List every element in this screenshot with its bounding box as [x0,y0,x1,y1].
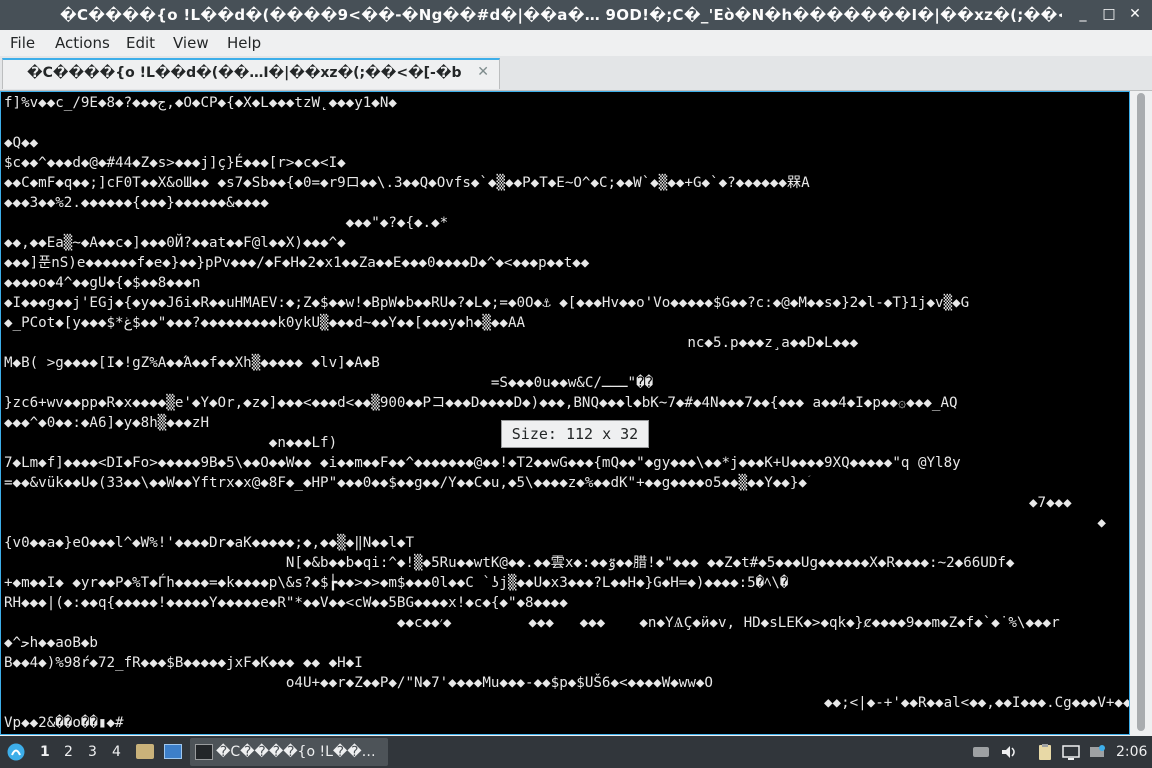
menu-bar: File Actions Edit View Help [0,30,1152,56]
terminal-line: M◆B( >g◆◆◆◆[I◆!gZ%A◆◆Ά◆◆f◆◆Xh▒◆◆◆◆◆ ◆lv]… [4,355,380,371]
terminal-line: ◆n◆◆◆Lf) [4,435,338,451]
minimize-icon[interactable]: _ [1074,5,1092,23]
network-icon[interactable] [1088,743,1106,761]
tab-bar: �C����{o !L��d�(��…I�|��xz�(;��<�[-�b ✕ [0,56,1152,91]
terminal-line: nc◆5.p◆◆◆z¸a◆◆D◆L◆◆◆ [4,335,859,351]
volume-icon[interactable] [1000,743,1018,761]
terminal-line: ◆^ﺣh◆◆aoB◆b [4,635,98,651]
show-desktop-icon[interactable] [164,744,182,759]
terminal-line: ◆◆◆]푼nS)e◆◆◆◆◆◆f◆e◆}◆◆}pPv◆◆◆/◆F◆H◆2◆x1◆… [4,255,590,271]
keyboard-icon[interactable] [972,743,990,761]
close-icon[interactable]: ✕ [1126,5,1144,23]
clock: 2:06 [1116,744,1148,760]
terminal-line: B◆◆4◆)%98ŕ◆72_fR◆◆◆$B◆◆◆◆◆jxF◆K◆◆◆ ◆◆ ◆H… [4,655,363,671]
terminal-line: ◆◆◆"◆?◆{◆.◆* [4,215,449,231]
menu-help[interactable]: Help [227,34,261,52]
scrollbar-thumb[interactable] [1137,93,1145,731]
terminal-line: +◆m◆◆I◆ ◆yr◆◆P◆%T◆Ѓh◆◆◆◆=◆k◆◆◆◆p\&s?◆$┢◆… [4,575,789,591]
workspace-4[interactable]: 4 [112,744,121,760]
app-launcher-icon[interactable] [6,742,26,762]
terminal-line: f]%v◆◆c_/9E◆8◆?◆◆◆ج,◆O◆CP◆{◆X◆L◆◆◆tzW˛◆◆… [4,95,397,111]
terminal-line: ◆◆◆^◆0◆◆:◆A6]◆y◆8h▒◆◆◆zH [4,415,209,431]
menu-file[interactable]: File [10,34,35,52]
maximize-icon[interactable]: □ [1100,5,1118,23]
terminal-line: 7◆Lm◆f]◆◆◆◆<DI◆Fo>◆◆◆◆◆9B◆5\◆◆O◆◆W◆◆ ◆i◆… [4,455,961,471]
terminal-line: ◆ [4,515,1106,531]
terminal-icon [195,744,213,760]
menu-actions[interactable]: Actions [55,34,110,52]
terminal-line: N[◆&b◆◆b◆qi:^◆!▒◆5Ru◆◆wtK@◆◆.◆◆雲x◆:◆◆ٷ◆◆… [4,555,1015,571]
workspace-2[interactable]: 2 [64,744,73,760]
menu-view[interactable]: View [173,34,209,52]
terminal-line: }zc6+wv◆◆pp◆R◆x◆◆◆◆▒e'◆Y◆Or,◆z◆]◆◆◆<◆◆◆d… [4,395,958,411]
terminal-tab[interactable]: �C����{o !L��d�(��…I�|��xz�(;��<�[-�b ✕ [2,58,500,89]
terminal-line: {v0◆◆a◆}eO◆◆◆l^◆W%!'◆◆◆◆Dr◆aK◆◆◆◆◆;◆,◆◆▒… [4,535,414,551]
terminal-line: ◆◆◆◆o◆4^◆◆gU◆{◆$◆◆8◆◆◆n [4,275,201,291]
menu-edit[interactable]: Edit [126,34,155,52]
terminal-line: RH◆◆◆|(◆:◆◆q{◆◆◆◆◆!◆◆◆◆◆Y◆◆◆◆◆e◆R"*◆◆V◆◆… [4,595,568,611]
terminal-line: ◆◆;<|◆-+'◆◆R◆◆al<◆◆,◆◆I◆◆◆.Cg◆◆◆V+◆◆ [4,695,1130,711]
taskbar-terminal-task[interactable]: �C����{o !L��… [190,738,388,766]
size-tooltip: Size: 112 x 32 [501,420,649,448]
tab-close-icon[interactable]: ✕ [477,64,489,80]
monitor-icon[interactable] [1062,743,1080,761]
terminal-line: =◆◆&vük◆◆U◆(33◆◆\◆◆W◆◆Yftrx◆x@◆8F◆_◆HP"◆… [4,475,807,491]
terminal-line: ◆◆◆3◆◆%2.◆◆◆◆◆◆{◆◆◆}◆◆◆◆◆◆&◆◆◆◆ [4,195,269,211]
terminal-line: ◆Q◆◆ [4,135,39,151]
tab-label: �C����{o !L��d�(��…I�|��xz�(;��<�[-�b [27,65,462,81]
terminal-line: =S◆◆◆0u◆◆w&C/ـــ"�� [4,375,654,391]
terminal-line: ◆◆c◆◆׳◆ ◆◆◆ ◆◆◆ ◆n◆ΥѦÇ◆ӥ◆v, HD◆sLEK◆>◆qk… [4,615,1060,631]
terminal-line: ◆I◆◆◆g◆◆j'EGj◆{◆y◆◆J6i◆R◆◆uHMAEV:◆;Z◆$◆◆… [4,295,970,311]
terminal-view[interactable]: f]%v◆◆c_/9E◆8◆?◆◆◆ج,◆O◆CP◆{◆X◆L◆◆◆tzW˛◆◆… [0,91,1130,735]
terminal-line: $c◆◆^◆◆◆d◆@◆#44◆Z◆s>◆◆◆j]ç}É◆◆◆[r>◆c◆<I◆ [4,155,346,171]
terminal-line: ◆◆C◆mF◆q◆◆;]cF0T◆◆X&oШ◆◆ ◆s7◆Sb◆◆{◆0=◆r9… [4,175,810,191]
terminal-line: ◆7◆◆◆ [4,495,1072,511]
workspace-1[interactable]: 1 [40,744,50,760]
task-label: �C����{o !L��… [216,744,376,760]
terminal-line: o4U+◆◆r◆Z◆◆P◆/"N◆7'◆◆◆◆Mu◆◆◆-◆◆$p◆$UŠ6◆<… [4,675,713,691]
window-titlebar[interactable]: �C����{o !L��d�(����9<��-�Ng��#d�|��a�… … [0,0,1152,30]
window-title: �C����{o !L��d�(����9<��-�Ng��#d�|��a�… … [60,6,1062,24]
taskbar: 1 2 3 4 �C����{o !L��… 2:06 [0,736,1152,768]
terminal-line: ◆_PCot◆[y◆◆◆$*ﻍ$◆◆"◆◆◆?◆◆◆◆◆◆◆◆◆k0ykU▒◆◆… [4,315,526,331]
workspace-3[interactable]: 3 [88,744,97,760]
clipboard-icon[interactable] [1036,743,1054,761]
file-manager-icon[interactable] [136,744,154,759]
terminal-line: Vp◆◆2&��o��▮◆# [4,715,124,731]
terminal-scrollbar[interactable] [1130,91,1152,735]
terminal-line: ◆◆,◆◆Ea▒~◆A◆◆c◆]◆◆◆0Й?◆◆at◆◆F@l◆◆X)◆◆◆^◆ [4,235,346,251]
